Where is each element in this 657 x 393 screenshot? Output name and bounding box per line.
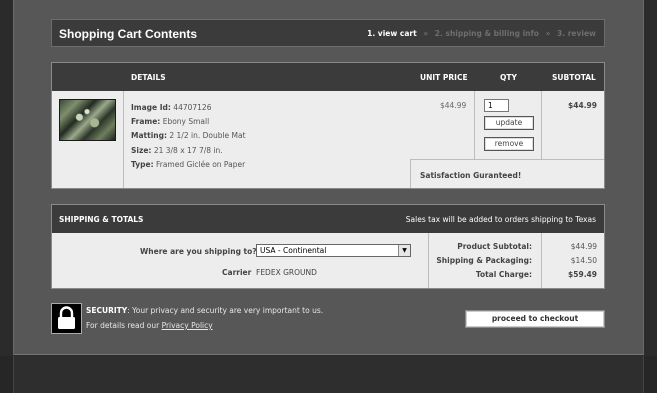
- carrier-value: FEDEX GROUND: [256, 268, 317, 277]
- update-button[interactable]: update: [484, 116, 534, 130]
- divider: [541, 233, 542, 288]
- shipping-title: SHIPPING & TOTALS: [59, 215, 144, 224]
- shipping-question: Where are you shipping to?: [140, 247, 257, 256]
- detail-image-id: Image Id: 44707126: [131, 103, 212, 112]
- divider: [123, 91, 124, 188]
- quantity-input[interactable]: 1: [484, 99, 509, 112]
- cart-header: Shopping Cart Contents 1. view cart » 2.…: [51, 19, 605, 47]
- column-qty: QTY: [500, 73, 517, 82]
- column-unit-price: UNIT PRICE: [420, 73, 468, 82]
- privacy-policy-link[interactable]: Privacy Policy: [162, 321, 213, 330]
- divider: [410, 159, 411, 188]
- checkout-steps: 1. view cart » 2. shipping & billing inf…: [367, 29, 596, 38]
- security-note: SECURITY: Your privacy and security are …: [86, 306, 324, 315]
- shipping-packaging-value: $14.50: [570, 256, 597, 265]
- item-subtotal: $44.99: [568, 101, 597, 110]
- step-separator: »: [423, 29, 429, 38]
- selected-destination: USA - Continental: [260, 246, 327, 255]
- column-subtotal: SUBTOTAL: [552, 73, 596, 82]
- divider: [474, 91, 475, 159]
- shipping-totals-panel: SHIPPING & TOTALS Sales tax will be adde…: [51, 204, 605, 289]
- step-separator: »: [545, 29, 551, 38]
- security-label: SECURITY: [86, 306, 128, 315]
- cart-table-header: DETAILS UNIT PRICE QTY SUBTOTAL: [52, 63, 604, 91]
- cart-table: DETAILS UNIT PRICE QTY SUBTOTAL Image Id…: [51, 62, 605, 189]
- column-details: DETAILS: [131, 73, 166, 82]
- remove-button[interactable]: remove: [484, 137, 534, 151]
- divider: [428, 233, 429, 288]
- total-charge-value: $59.49: [568, 270, 597, 279]
- detail-frame: Frame: Ebony Small: [131, 117, 210, 127]
- privacy-details: For details read our Privacy Policy: [86, 321, 213, 330]
- step-review: 3. review: [557, 29, 596, 38]
- unit-price: $44.99: [440, 101, 467, 110]
- product-subtotal-label: Product Subtotal:: [457, 242, 532, 251]
- step-view-cart[interactable]: 1. view cart: [367, 29, 417, 38]
- tax-note: Sales tax will be added to orders shippi…: [405, 215, 596, 224]
- detail-matting: Matting: 2 1/2 in. Double Mat: [131, 131, 246, 141]
- detail-type: Type: Framed Giclée on Paper: [131, 159, 246, 169]
- product-details: Image Id: 44707126 Frame: Ebony Small Ma…: [131, 101, 246, 172]
- detail-size: Size: 21 3/8 x 17 7/8 in.: [131, 145, 223, 155]
- carrier-label: Carrier: [222, 268, 252, 277]
- satisfaction-note: Satisfaction Guranteed!: [420, 171, 522, 180]
- footer-inner: [13, 356, 644, 393]
- total-charge-label: Total Charge:: [475, 270, 532, 279]
- chevron-down-icon[interactable]: ▼: [398, 245, 410, 256]
- product-subtotal-value: $44.99: [570, 242, 597, 251]
- step-shipping-billing: 2. shipping & billing info: [434, 29, 539, 38]
- lock-icon: [51, 303, 82, 334]
- page-title: Shopping Cart Contents: [59, 27, 197, 41]
- shipping-packaging-label: Shipping & Packaging:: [436, 256, 532, 265]
- divider: [410, 159, 604, 160]
- shipping-header: SHIPPING & TOTALS Sales tax will be adde…: [52, 205, 604, 233]
- proceed-to-checkout-button[interactable]: proceed to checkout: [465, 310, 605, 328]
- product-thumbnail[interactable]: [59, 99, 116, 141]
- divider: [541, 91, 542, 159]
- shipping-destination-select[interactable]: USA - Continental ▼: [256, 244, 411, 257]
